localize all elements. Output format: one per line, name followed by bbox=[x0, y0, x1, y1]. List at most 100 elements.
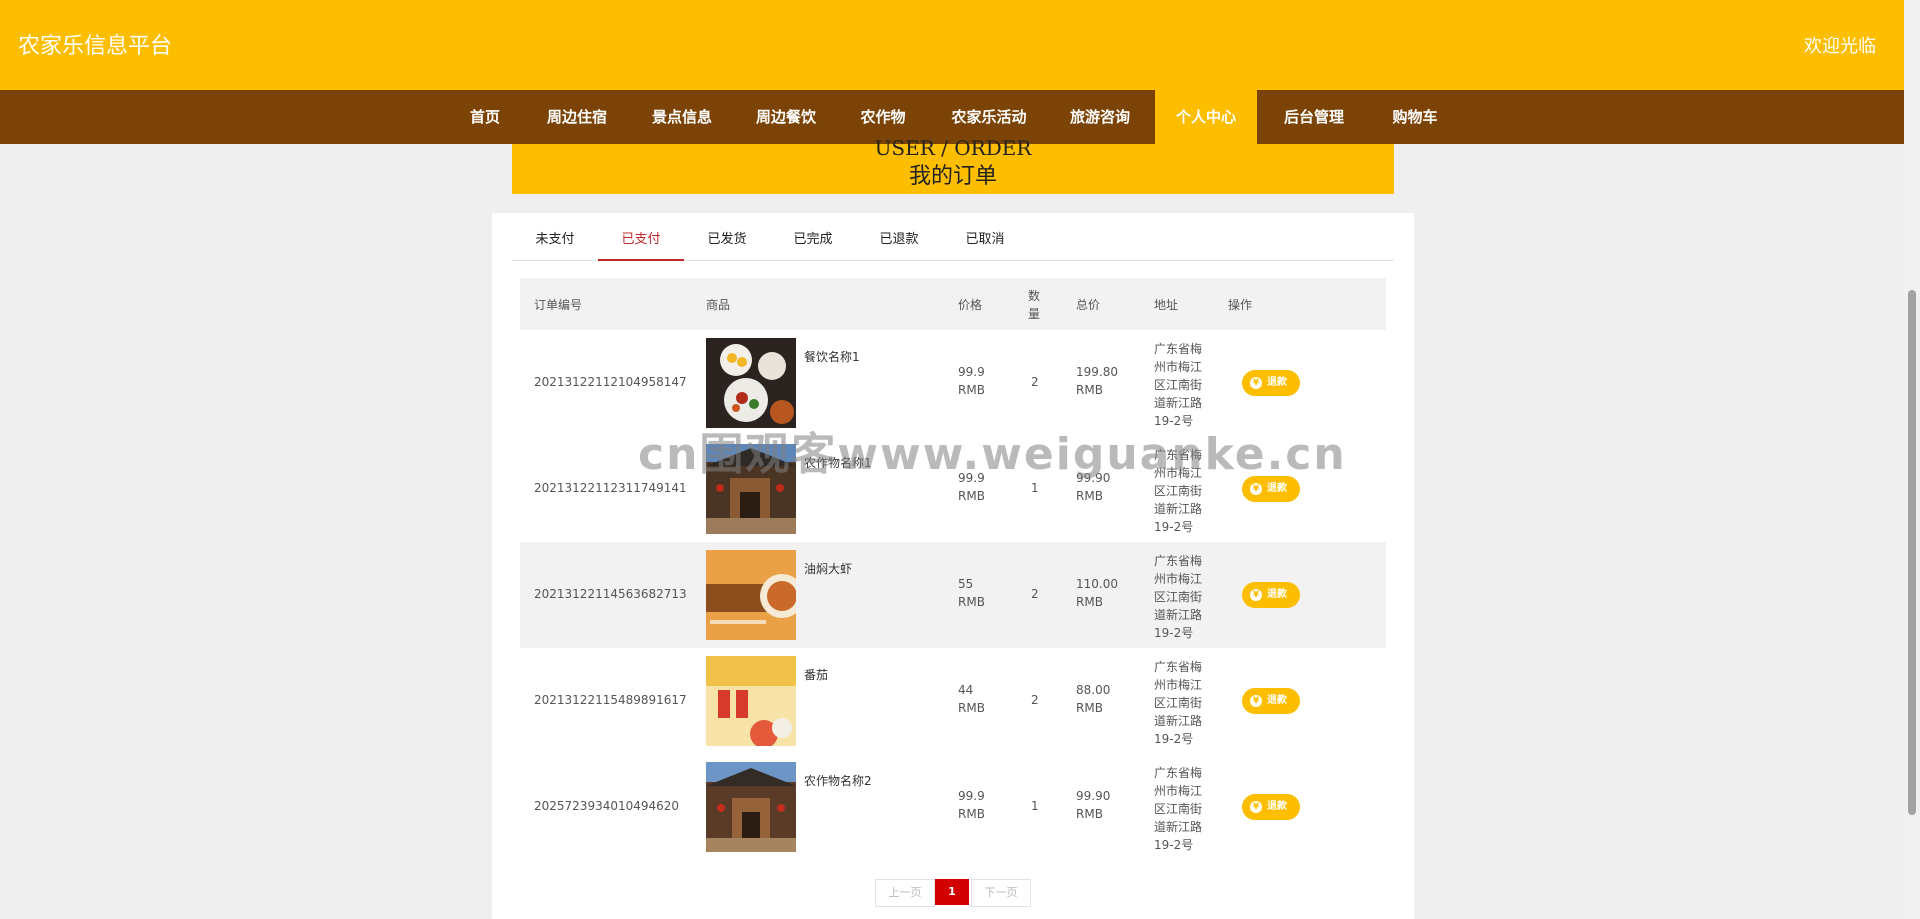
table-row: 20213122112104958147 餐饮名称1 99.9 RMB 2 19… bbox=[520, 330, 1386, 436]
refund-label: 退款 bbox=[1267, 801, 1287, 812]
goods-image[interactable] bbox=[706, 762, 796, 852]
refund-button[interactable]: ¥ 退款 bbox=[1242, 370, 1300, 396]
quantity: 2 bbox=[1031, 693, 1039, 707]
order-number: 20213122115489891617 bbox=[534, 693, 687, 707]
yuan-icon: ¥ bbox=[1250, 377, 1262, 389]
next-page-button[interactable]: 下一页 bbox=[971, 879, 1031, 907]
address-line: 道新江路 bbox=[1154, 714, 1203, 728]
address-line: 区江南街 bbox=[1154, 802, 1203, 816]
total-unit: RMB bbox=[1076, 489, 1103, 503]
price-unit: RMB bbox=[958, 383, 985, 397]
price-unit: RMB bbox=[958, 701, 985, 715]
address-line: 州市梅江 bbox=[1154, 784, 1203, 798]
header-qty-line1: 数 bbox=[1028, 289, 1041, 303]
table-row: 20213122114563682713 油焖大虾 55 RMB 2 110.0… bbox=[520, 542, 1386, 648]
goods-image[interactable] bbox=[706, 338, 796, 428]
welcome-text: 欢迎光临 bbox=[1804, 36, 1876, 57]
price-value: 99.9 bbox=[958, 471, 985, 485]
total-value: 99.90 bbox=[1076, 471, 1111, 485]
refund-button[interactable]: ¥ 退款 bbox=[1242, 688, 1300, 714]
address-line: 道新江路 bbox=[1154, 608, 1203, 622]
total-value: 110.00 bbox=[1076, 577, 1118, 591]
scrollbar-thumb[interactable] bbox=[1908, 290, 1916, 815]
tab-shipped[interactable]: 已发货 bbox=[684, 213, 770, 259]
refund-button[interactable]: ¥ 退款 bbox=[1242, 582, 1300, 608]
total-unit: RMB bbox=[1076, 701, 1103, 715]
address-line: 广东省梅 bbox=[1154, 554, 1203, 568]
tab-cancelled[interactable]: 已取消 bbox=[942, 213, 1028, 259]
page-scrollbar[interactable] bbox=[1904, 0, 1920, 919]
total-unit: RMB bbox=[1076, 383, 1103, 397]
header-action: 操作 bbox=[1228, 298, 1253, 312]
prev-page-button[interactable]: 上一页 bbox=[875, 879, 935, 907]
goods-image[interactable] bbox=[706, 444, 796, 534]
tab-unpaid[interactable]: 未支付 bbox=[512, 213, 598, 259]
refund-label: 退款 bbox=[1267, 483, 1287, 494]
goods-name[interactable]: 农作物名称2 bbox=[804, 772, 872, 789]
address-line: 广东省梅 bbox=[1154, 766, 1203, 780]
goods-name[interactable]: 油焖大虾 bbox=[804, 560, 852, 577]
nav-item-home[interactable]: 首页 bbox=[455, 90, 515, 144]
site-header: 农家乐信息平台 欢迎光临 bbox=[0, 0, 1904, 90]
address-line: 区江南街 bbox=[1154, 378, 1203, 392]
site-title[interactable]: 农家乐信息平台 bbox=[18, 28, 172, 60]
address-line: 区江南街 bbox=[1154, 590, 1203, 604]
yuan-icon: ¥ bbox=[1250, 589, 1262, 601]
header-order-no: 订单编号 bbox=[534, 298, 583, 312]
refund-label: 退款 bbox=[1267, 589, 1287, 600]
quantity: 1 bbox=[1031, 481, 1039, 495]
header-total: 总价 bbox=[1076, 298, 1101, 312]
total-value: 99.90 bbox=[1076, 789, 1111, 803]
address-line: 道新江路 bbox=[1154, 396, 1203, 410]
goods-image[interactable] bbox=[706, 656, 796, 746]
banner-chinese-title: 我的订单 bbox=[908, 164, 997, 189]
total-unit: RMB bbox=[1076, 807, 1103, 821]
tab-refunded[interactable]: 已退款 bbox=[856, 213, 942, 259]
price-value: 99.9 bbox=[958, 789, 985, 803]
page-1-button[interactable]: 1 bbox=[935, 879, 969, 905]
address-line: 州市梅江 bbox=[1154, 360, 1203, 374]
order-number: 20213122112104958147 bbox=[534, 375, 687, 389]
address-line: 19-2号 bbox=[1154, 626, 1194, 640]
address-line: 州市梅江 bbox=[1154, 466, 1203, 480]
header-price: 价格 bbox=[958, 298, 983, 312]
quantity: 2 bbox=[1031, 587, 1039, 601]
total-value: 88.00 bbox=[1076, 683, 1111, 697]
table-header: 订单编号 商品 价格 数 量 总价 地址 操作 bbox=[520, 278, 1386, 330]
address-line: 19-2号 bbox=[1154, 414, 1194, 428]
address-line: 广东省梅 bbox=[1154, 342, 1203, 356]
yuan-icon: ¥ bbox=[1250, 483, 1262, 495]
refund-button[interactable]: ¥ 退款 bbox=[1242, 476, 1300, 502]
address-line: 广东省梅 bbox=[1154, 448, 1203, 462]
order-panel: 未支付 已支付 已发货 已完成 已退款 已取消 订单编号 商品 价格 数 量 总… bbox=[492, 213, 1414, 919]
header-address: 地址 bbox=[1154, 298, 1179, 312]
total-unit: RMB bbox=[1076, 595, 1103, 609]
tab-completed[interactable]: 已完成 bbox=[770, 213, 856, 259]
goods-name[interactable]: 番茄 bbox=[804, 666, 828, 683]
quantity: 1 bbox=[1031, 799, 1039, 813]
price-unit: RMB bbox=[958, 807, 985, 821]
table-row: 20213122115489891617 番茄 44 RMB 2 88.00 R… bbox=[520, 648, 1386, 754]
address-line: 道新江路 bbox=[1154, 502, 1203, 516]
refund-button[interactable]: ¥ 退款 bbox=[1242, 794, 1300, 820]
table-row: 20213122112311749141 农作物名称1 99.9 RMB 1 9… bbox=[520, 436, 1386, 542]
goods-name[interactable]: 餐饮名称1 bbox=[804, 348, 860, 365]
order-number: 2025723934010494620 bbox=[534, 799, 680, 813]
order-banner: USER / ORDER 我的订单 bbox=[512, 136, 1394, 194]
address-line: 19-2号 bbox=[1154, 838, 1194, 852]
banner-english-title: USER / ORDER bbox=[874, 136, 1032, 160]
price-unit: RMB bbox=[958, 489, 985, 503]
quantity: 2 bbox=[1031, 375, 1039, 389]
price-value: 44 bbox=[958, 683, 974, 697]
goods-name[interactable]: 农作物名称1 bbox=[804, 454, 872, 471]
tab-paid[interactable]: 已支付 bbox=[598, 213, 684, 261]
address-line: 州市梅江 bbox=[1154, 572, 1203, 586]
address-line: 区江南街 bbox=[1154, 484, 1203, 498]
price-value: 55 bbox=[958, 577, 974, 591]
refund-label: 退款 bbox=[1267, 695, 1287, 706]
refund-label: 退款 bbox=[1267, 377, 1287, 388]
address-line: 州市梅江 bbox=[1154, 678, 1203, 692]
order-status-tabs: 未支付 已支付 已发货 已完成 已退款 已取消 bbox=[512, 213, 1394, 261]
goods-image[interactable] bbox=[706, 550, 796, 640]
header-goods: 商品 bbox=[706, 298, 731, 312]
